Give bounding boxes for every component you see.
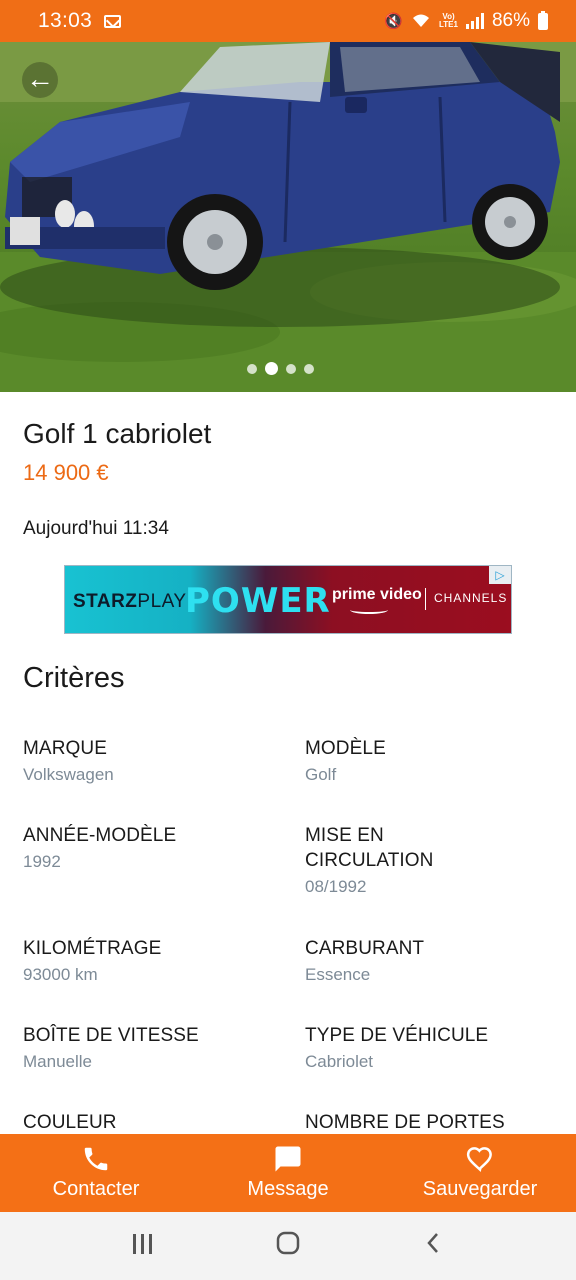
- criterion-value: Golf: [305, 765, 337, 784]
- criterion-value: Volkswagen: [23, 765, 114, 784]
- ad-starzplay-logo: STARZPLAY: [73, 591, 187, 612]
- save-label: Sauvegarder: [422, 1178, 538, 1200]
- status-time: 13:03: [38, 9, 93, 32]
- adchoices-icon[interactable]: ▷: [489, 566, 511, 584]
- battery-icon: [538, 10, 548, 30]
- status-indicators: 🔇 Vo) LTE1 86%: [384, 10, 548, 32]
- criterion-color: COULEUR: [23, 1110, 283, 1135]
- chat-bubble-icon: [273, 1144, 303, 1174]
- gallery-dot[interactable]: [304, 363, 314, 374]
- criterion-label: BOÎTE DE VITESSE: [23, 1025, 199, 1046]
- listing-price: 14 900 €: [23, 460, 109, 485]
- ad-divider: [425, 588, 426, 610]
- criterion-value: 1992: [23, 852, 61, 871]
- gallery-pagination: [247, 362, 314, 375]
- criterion-value: Manuelle: [23, 1052, 92, 1071]
- criterion-label: TYPE DE VÉHICULE: [305, 1025, 489, 1046]
- criteria-heading: Critères: [23, 662, 125, 694]
- ad-channels-label: CHANNELS: [434, 591, 508, 605]
- listing-title: Golf 1 cabriolet: [23, 418, 212, 449]
- phone-icon: [81, 1144, 111, 1174]
- criterion-doors: NOMBRE DE PORTES: [305, 1110, 565, 1135]
- action-bar: Contacter Message Sauvegarder: [0, 1134, 576, 1212]
- gallery-dot[interactable]: [247, 363, 257, 374]
- contact-label: Contacter: [52, 1178, 140, 1200]
- criterion-registration: MISE EN CIRCULATION 08/1992: [305, 823, 505, 898]
- prime-smile-icon: [350, 606, 388, 614]
- criterion-value: 93000 km: [23, 965, 98, 984]
- signal-icon: [465, 13, 484, 29]
- criterion-value: 08/1992: [305, 877, 367, 896]
- recent-apps-icon[interactable]: [113, 1231, 173, 1262]
- criterion-label: MISE EN CIRCULATION: [305, 825, 434, 871]
- photo-gallery[interactable]: ←: [0, 42, 576, 392]
- criterion-label: KILOMÉTRAGE: [23, 938, 162, 959]
- criterion-value: Cabriolet: [305, 1052, 374, 1071]
- criterion-label: COULEUR: [23, 1112, 117, 1133]
- contact-button[interactable]: Contacter: [0, 1134, 192, 1212]
- car-photo: [0, 42, 576, 392]
- criterion-label: MODÈLE: [305, 738, 386, 759]
- criterion-model-year: ANNÉE-MODÈLE 1992: [23, 823, 283, 873]
- criterion-label: CARBURANT: [305, 938, 425, 959]
- ad-prime-video-logo: prime video: [332, 586, 422, 603]
- wifi-icon: [413, 14, 429, 27]
- criterion-value: Essence: [305, 965, 371, 984]
- status-bar: 13:03 🔇 Vo) LTE1 86%: [0, 0, 576, 42]
- heart-outline-icon: [465, 1144, 495, 1174]
- listing-date: Aujourd'hui 11:34: [23, 518, 169, 539]
- criterion-gearbox: BOÎTE DE VITESSE Manuelle: [23, 1023, 283, 1073]
- criterion-mileage: KILOMÉTRAGE 93000 km: [23, 936, 283, 986]
- save-button[interactable]: Sauvegarder: [384, 1134, 576, 1212]
- gallery-dot-active[interactable]: [265, 362, 278, 375]
- gallery-dot[interactable]: [286, 363, 296, 374]
- criterion-label: ANNÉE-MODÈLE: [23, 825, 177, 846]
- ad-headline: POWER: [185, 581, 331, 621]
- message-button[interactable]: Message: [192, 1134, 384, 1212]
- criterion-label: MARQUE: [23, 738, 107, 759]
- lte-icon: Vo) LTE1: [439, 12, 458, 29]
- back-icon[interactable]: [403, 1231, 463, 1262]
- criterion-model: MODÈLE Golf: [305, 736, 565, 786]
- home-icon[interactable]: [258, 1230, 318, 1263]
- criterion-label: NOMBRE DE PORTES: [305, 1112, 505, 1133]
- mute-icon: 🔇: [384, 12, 403, 30]
- message-label: Message: [247, 1178, 329, 1200]
- criterion-fuel: CARBURANT Essence: [305, 936, 565, 986]
- criterion-vehicle-type: TYPE DE VÉHICULE Cabriolet: [305, 1023, 565, 1073]
- criterion-brand: MARQUE Volkswagen: [23, 736, 283, 786]
- ad-banner[interactable]: STARZPLAY POWER prime video CHANNELS ▷: [64, 565, 512, 634]
- system-nav-bar: [0, 1212, 576, 1280]
- back-arrow-icon[interactable]: ←: [22, 62, 58, 98]
- mail-notification-icon: [104, 14, 122, 28]
- battery-percent: 86%: [491, 10, 530, 31]
